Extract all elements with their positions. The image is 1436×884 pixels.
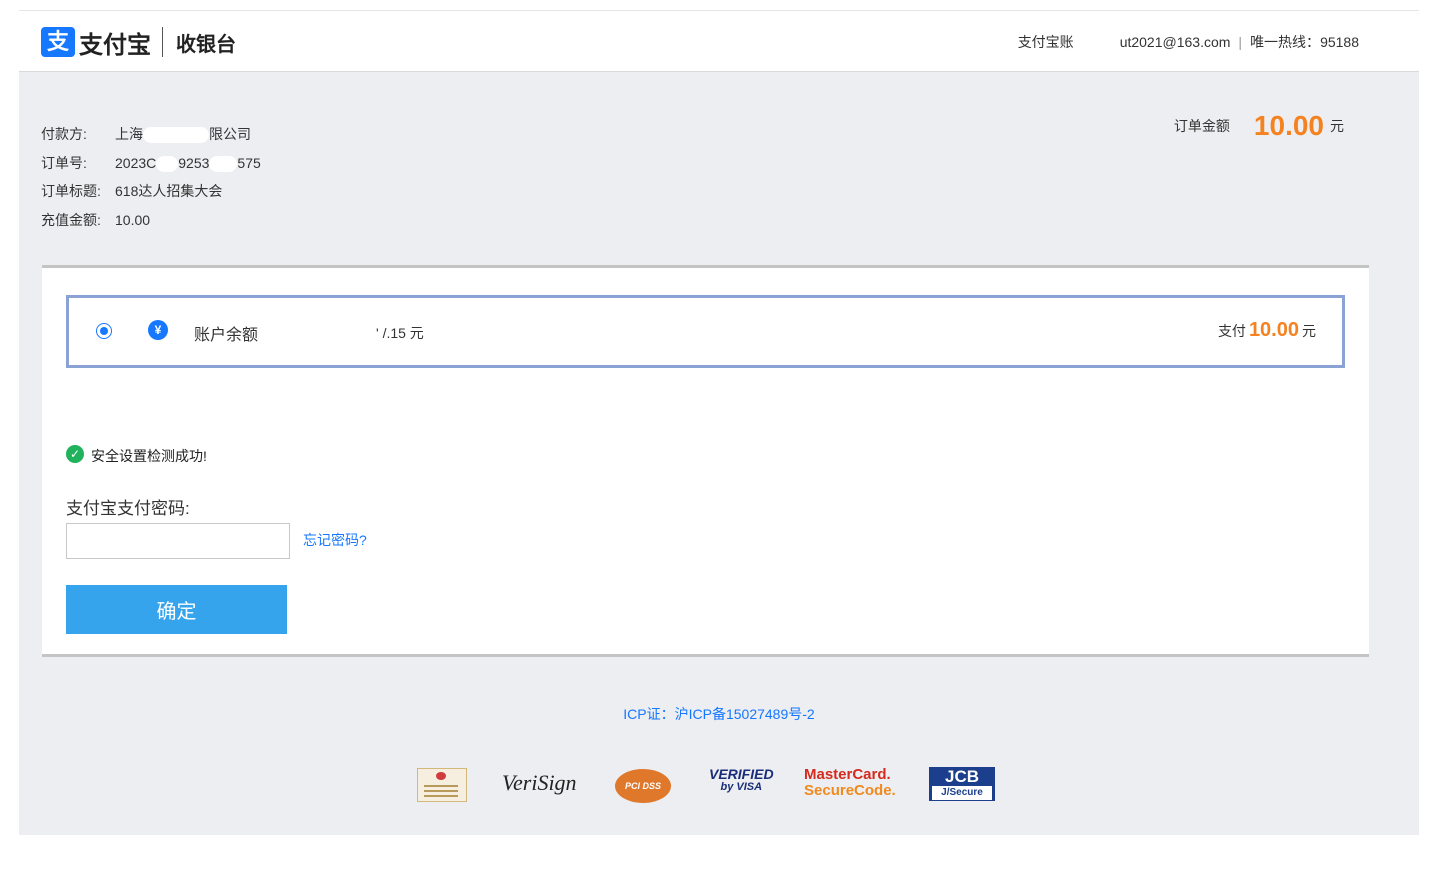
account-info: 支付宝账 ut2021@163.com | 唯一热线：95188 — [1017, 34, 1359, 50]
payment-method-name: 账户余额 — [194, 327, 259, 344]
alipay-logo-icon: 支 — [41, 27, 75, 57]
certificate-badge-icon — [417, 768, 467, 802]
logo-divider — [162, 27, 163, 57]
pay-amount: 支付 10.00 元 — [1218, 319, 1316, 342]
verisign-badge: VeriSign — [502, 770, 577, 795]
security-message: 安全设置检测成功! — [91, 448, 207, 464]
verified-by-visa-badge: VERIFIED by VISA — [709, 766, 774, 808]
jcb-badge-line-1: JCB — [944, 767, 979, 786]
mastercard-badge-line-2: SecureCode. — [804, 782, 896, 799]
confirm-button[interactable]: 确定 — [66, 585, 287, 634]
forgot-password-link[interactable]: 忘记密码? — [303, 530, 367, 550]
order-amount-label: 订单金额 — [1173, 118, 1230, 134]
pay-value: 10.00 — [1248, 319, 1299, 341]
page-header: 支 支付宝 收银台 支付宝账 ut2021@163.com | 唯一热线：95188 — [19, 10, 1419, 72]
visa-badge-line-2: by VISA — [720, 781, 763, 793]
mastercard-badge-line-1: MasterCard. — [804, 766, 891, 783]
payer-label: 付款方: — [41, 126, 87, 142]
alipay-logo-text: 支付宝 — [79, 32, 151, 59]
order-title-row: 订单标题: 618达人招集大会 — [41, 177, 261, 206]
password-label: 支付宝支付密码: — [66, 499, 190, 518]
payer-start: 上海 — [115, 126, 143, 142]
account-email: ut2021@163.com — [1119, 34, 1231, 50]
account-balance: ' /.15 元 — [376, 325, 424, 341]
pci-dss-badge: PCI DSS — [615, 769, 671, 803]
order-number-part-1: 2023C — [115, 154, 157, 171]
order-title-label: 订单标题: — [41, 183, 101, 199]
checkout-frame: 支 支付宝 收银台 支付宝账 ut2021@163.com | 唯一热线：95188 … — [19, 10, 1419, 835]
security-badges: VeriSign PCI DSS VERIFIED by VISA Master… — [417, 765, 997, 805]
payment-method-balance[interactable]: ¥ 账户余额 ' /.15 元 支付 10.00 元 — [66, 295, 1345, 368]
balance-coin-icon: ¥ — [148, 320, 168, 340]
order-amount-value: 10.00 — [1253, 110, 1324, 141]
hotline-label: 唯一热线： — [1250, 34, 1321, 50]
payer-row: 付款方: 上海 限公司 — [41, 120, 261, 149]
jcb-badge-line-2: J/Secure — [932, 786, 992, 800]
hotline-number: 95188 — [1320, 34, 1359, 50]
payer-end: 限公司 — [209, 126, 251, 142]
cashier-title: 收银台 — [176, 34, 236, 56]
visa-badge-line-1: VERIFIED — [709, 766, 774, 782]
order-title-value: 618达人招集大会 — [115, 183, 223, 199]
mastercard-securecode-badge: MasterCard. SecureCode. — [804, 767, 896, 807]
recharge-label: 充值金额: — [41, 211, 101, 228]
order-amount-unit: 元 — [1330, 118, 1344, 134]
recharge-value: 10.00 — [115, 211, 151, 228]
order-number-part-2: 9253 — [178, 154, 210, 171]
pay-unit: 元 — [1302, 323, 1316, 339]
order-number-part-3: 575 — [237, 154, 261, 171]
recharge-row: 充值金额: 10.00 — [41, 206, 261, 235]
password-input[interactable] — [66, 523, 290, 559]
order-amount: 订单金额 10.00 元 — [1174, 110, 1344, 142]
order-number-label: 订单号: — [41, 154, 87, 171]
account-label: 支付宝账 — [1017, 34, 1074, 50]
icp-license-link[interactable]: ICP证：沪ICP备15027489号-2 — [19, 704, 1419, 724]
pay-label: 支付 — [1217, 323, 1246, 339]
order-details: 付款方: 上海 限公司 订单号: 2023C 9253 575 订单标题: 618达人招集大… — [41, 120, 261, 234]
jcb-jsecure-badge: JCB J/Secure — [929, 767, 995, 801]
payment-card: ¥ 账户余额 ' /.15 元 支付 10.00 元 ✓ 安全设置检测成功! 支付宝… — [42, 265, 1369, 657]
payment-method-radio[interactable] — [96, 323, 112, 339]
order-number-row: 订单号: 2023C 9253 575 — [41, 149, 261, 178]
check-circle-icon: ✓ — [66, 445, 84, 463]
